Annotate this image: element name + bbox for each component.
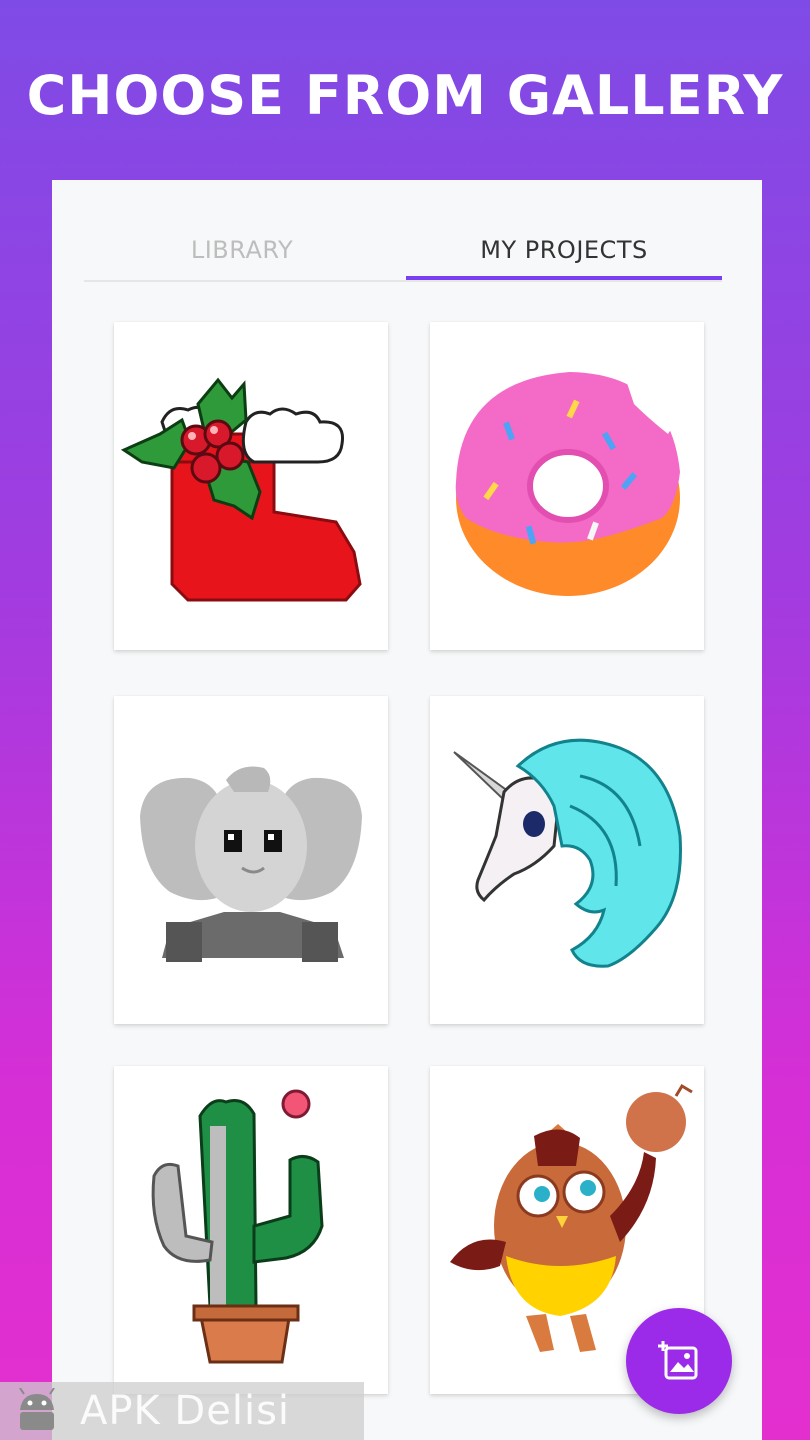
donut-image	[455, 372, 680, 596]
add-image-icon	[658, 1341, 698, 1380]
project-card-elephant[interactable]	[114, 696, 388, 1024]
cactus-image	[151, 1089, 324, 1364]
android-robot-icon	[19, 1388, 55, 1430]
unicorn-image	[453, 738, 682, 968]
project-card-unicorn[interactable]	[430, 696, 704, 1024]
project-card-donut[interactable]	[430, 322, 704, 650]
app-screen: LIBRARY MY PROJECTS	[52, 180, 762, 1440]
tab-active-indicator	[406, 276, 722, 280]
project-card-cactus[interactable]	[114, 1066, 388, 1394]
project-card-christmas-stocking[interactable]	[114, 322, 388, 650]
elephant-image	[140, 766, 362, 962]
watermark-badge: APK Delisi	[0, 1382, 364, 1440]
tab-bar: LIBRARY MY PROJECTS	[84, 218, 722, 282]
add-image-button[interactable]	[626, 1308, 732, 1414]
tab-library[interactable]: LIBRARY	[84, 218, 400, 282]
watermark-text: APK Delisi	[80, 1388, 291, 1434]
christmas-stocking-image	[120, 377, 362, 602]
tab-my-projects[interactable]: MY PROJECTS	[406, 218, 722, 282]
page-headline: CHOOSE FROM GALLERY	[26, 64, 784, 127]
